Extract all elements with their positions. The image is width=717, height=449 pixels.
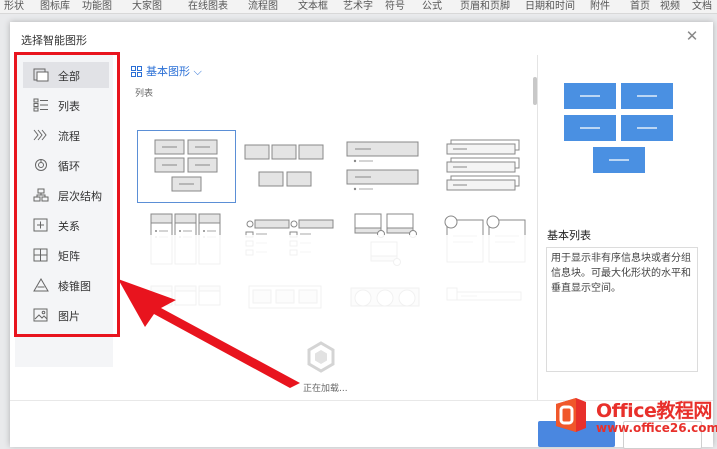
watermark-url: www.office26.com bbox=[596, 421, 717, 435]
watermark-brand: Office教程网 bbox=[596, 400, 712, 422]
office-logo-icon bbox=[556, 398, 586, 432]
pointer-arrow bbox=[118, 279, 300, 388]
